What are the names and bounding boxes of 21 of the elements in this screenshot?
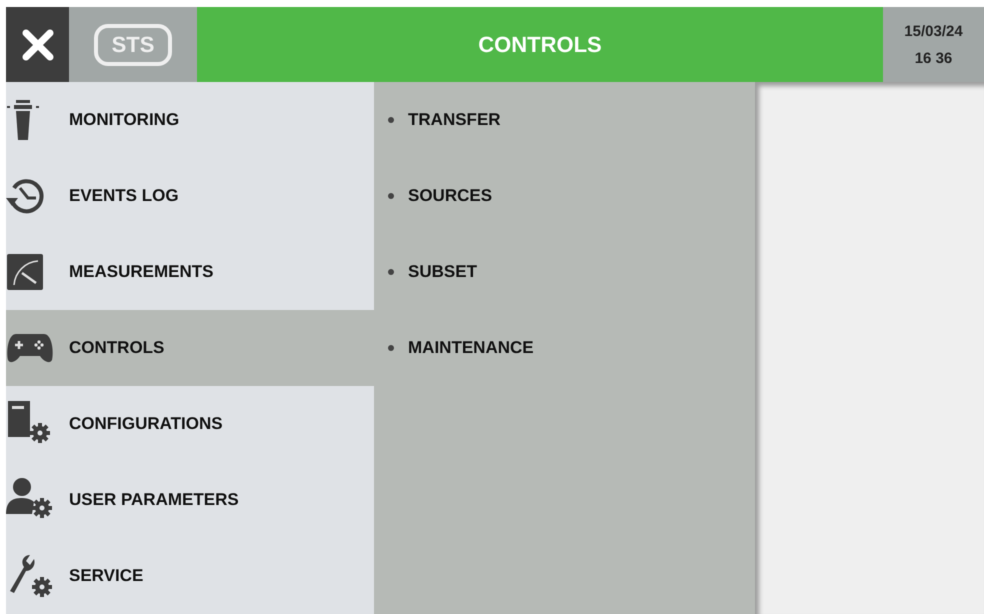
menu-item[interactable]: MEASUREMENTS (6, 234, 374, 310)
close-icon (20, 26, 56, 62)
logo-badge: STS (94, 24, 172, 66)
date-text: 15/03/24 (904, 22, 963, 40)
submenu-item[interactable]: MAINTENANCE (374, 310, 534, 386)
history-icon (6, 176, 46, 216)
beacon-icon (6, 100, 40, 140)
gauge-icon (6, 253, 44, 291)
page-title: CONTROLS (478, 32, 602, 58)
menu-item[interactable]: SERVICE (6, 538, 374, 614)
menu-item[interactable]: CONTROLS (6, 310, 374, 386)
submenu-item[interactable]: SUBSET (374, 234, 477, 310)
time-text: 16 36 (914, 50, 952, 66)
close-button[interactable] (6, 7, 69, 82)
menu-item[interactable]: USER PARAMETERS (6, 462, 374, 538)
menu-item[interactable]: MONITORING (6, 82, 374, 158)
menu-item[interactable]: EVENTS LOG (6, 158, 374, 234)
submenu-item[interactable]: SOURCES (374, 158, 492, 234)
gamepad-icon (6, 332, 54, 364)
submenu-item[interactable]: TRANSFER (374, 82, 501, 158)
menu-item[interactable]: CONFIGURATIONS (6, 386, 374, 462)
